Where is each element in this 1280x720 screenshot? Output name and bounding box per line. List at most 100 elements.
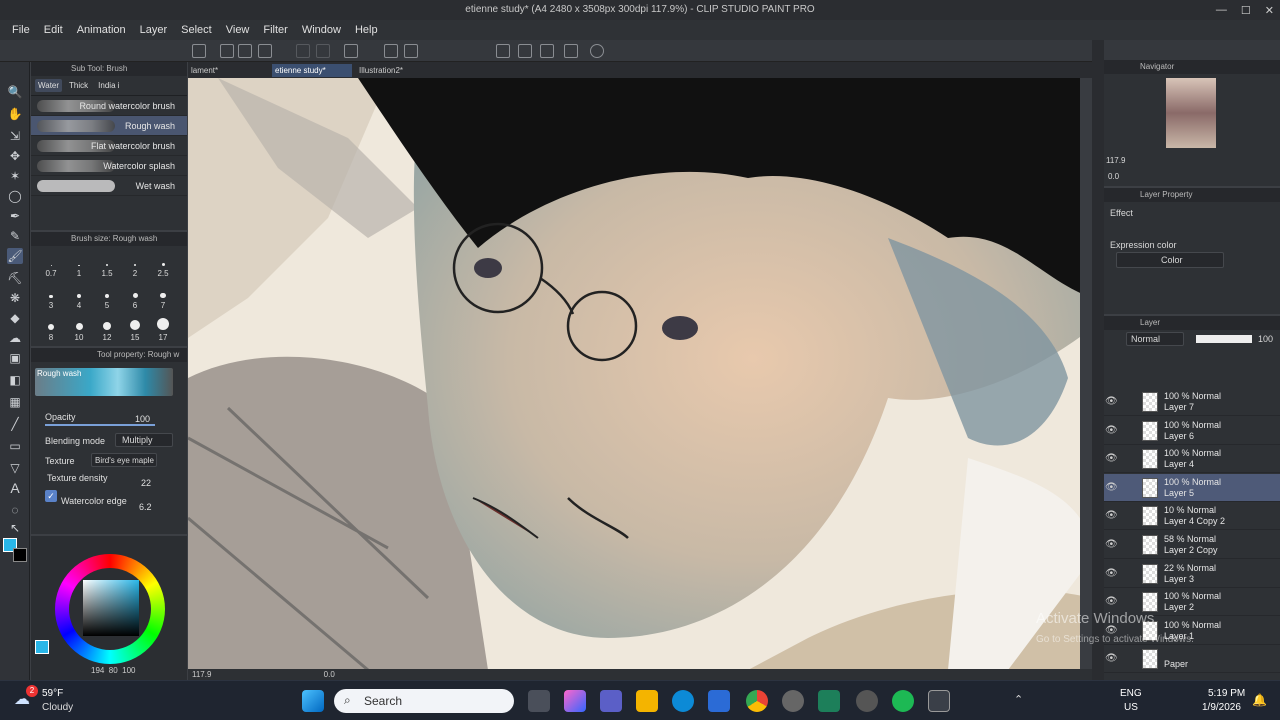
airbrush-icon[interactable]: ⛏ <box>7 270 23 286</box>
frame-icon[interactable]: ▭ <box>7 438 23 454</box>
brush-item-selected[interactable]: Rough wash <box>31 116 187 136</box>
move-layer-icon[interactable]: ✥ <box>7 148 23 164</box>
eye-icon[interactable]: 👁 <box>1105 425 1118 437</box>
layer-row[interactable]: 👁 58 % Normal Layer 2 Copy <box>1104 531 1280 559</box>
lasso-icon[interactable]: ◯ <box>7 188 23 204</box>
doc-tab-lament[interactable]: lament* <box>188 64 268 77</box>
menu-animation[interactable]: Animation <box>77 24 126 36</box>
layer-row[interactable]: 👁 Paper <box>1104 645 1280 674</box>
navigator-zoom-value[interactable]: 117.9 <box>1106 156 1125 165</box>
app2-icon[interactable] <box>818 690 840 712</box>
tab-watercolor[interactable]: Water <box>35 79 63 92</box>
ruler-tool-icon[interactable]: ▽ <box>7 460 23 476</box>
language-line2[interactable]: US <box>1124 702 1138 713</box>
current-color-swatch[interactable] <box>35 640 49 654</box>
clock-date[interactable]: 1/9/2026 <box>1202 702 1241 713</box>
task-view-icon[interactable] <box>528 690 550 712</box>
spotify-icon[interactable] <box>892 690 914 712</box>
texture-density-value[interactable]: 22 <box>141 478 151 488</box>
store-icon[interactable] <box>708 690 730 712</box>
menu-edit[interactable]: Edit <box>44 24 63 36</box>
menu-file[interactable]: File <box>12 24 30 36</box>
pen-icon[interactable]: ✎ <box>7 228 23 244</box>
app3-icon[interactable] <box>856 690 878 712</box>
saturation-square[interactable] <box>83 580 139 636</box>
zoom-icon[interactable]: 🔍 <box>7 84 23 100</box>
chevron-up-icon[interactable]: ⌃ <box>1014 693 1023 706</box>
blend-icon[interactable]: ☁ <box>7 330 23 346</box>
menu-select[interactable]: Select <box>181 24 212 36</box>
eye-icon[interactable]: 👁 <box>1105 453 1118 465</box>
move-icon[interactable]: ✋ <box>7 106 23 122</box>
eye-icon[interactable]: 👁 <box>1105 396 1118 408</box>
brush-size-option[interactable]: 3 <box>37 282 65 310</box>
layer-opacity-slider[interactable] <box>1196 335 1252 343</box>
brush-size-option[interactable]: 1.5 <box>93 250 121 278</box>
transform-icon[interactable] <box>384 44 398 58</box>
opacity-slider[interactable] <box>45 424 155 426</box>
brush-item[interactable]: Watercolor splash <box>31 156 187 176</box>
selection-icon[interactable] <box>404 44 418 58</box>
layer-row[interactable]: 👁 22 % Normal Layer 3 <box>1104 560 1280 588</box>
decoration-icon[interactable]: ❋ <box>7 290 23 306</box>
eraser-icon[interactable]: ◆ <box>7 310 23 326</box>
grid-icon[interactable] <box>540 44 554 58</box>
eye-icon[interactable]: 👁 <box>1105 568 1118 580</box>
auto-select-icon[interactable]: ✶ <box>7 168 23 184</box>
clip-studio-taskbar-icon[interactable] <box>928 690 950 712</box>
clip-studio-icon[interactable] <box>192 44 206 58</box>
edge-icon[interactable] <box>672 690 694 712</box>
canvas-zoom-value[interactable]: 117.9 <box>192 670 211 679</box>
menu-view[interactable]: View <box>226 24 250 36</box>
tab-thick-paint[interactable]: Thick <box>66 79 91 92</box>
brush-item[interactable]: Wet wash <box>31 176 187 196</box>
help-icon[interactable] <box>590 44 604 58</box>
menu-filter[interactable]: Filter <box>263 24 287 36</box>
watercolor-edge-checkbox[interactable]: ✓ <box>45 490 57 502</box>
doc-tab-etienne-study[interactable]: etienne study* <box>272 64 352 77</box>
eye-icon[interactable]: 👁 <box>1105 596 1118 608</box>
minimize-icon[interactable]: — <box>1216 4 1227 16</box>
brush-size-option[interactable]: 2.5 <box>149 250 177 278</box>
blending-mode-select[interactable]: Multiply <box>115 433 173 447</box>
layer-row[interactable]: 👁 100 % Normal Layer 6 <box>1104 417 1280 445</box>
sub-color-swatch[interactable] <box>13 548 27 562</box>
save-icon[interactable] <box>258 44 272 58</box>
brush-size-option[interactable]: 2 <box>121 250 149 278</box>
expression-color-select[interactable]: Color <box>1116 252 1224 268</box>
ruler-icon[interactable] <box>496 44 510 58</box>
brush-size-option[interactable]: 0.7 <box>37 250 65 278</box>
operation-icon[interactable]: ⇲ <box>7 128 23 144</box>
brush-tool-icon[interactable]: 🖌 <box>7 248 23 264</box>
layer-blend-mode-select[interactable]: Normal <box>1126 332 1184 346</box>
text-tool-icon[interactable]: A <box>7 480 23 496</box>
texture-select[interactable]: Bird's eye maple <box>91 453 157 467</box>
eye-icon[interactable]: 👁 <box>1105 482 1118 494</box>
navigator-angle-value[interactable]: 0.0 <box>1108 172 1119 181</box>
bucket-icon[interactable]: ◧ <box>7 372 23 388</box>
layer-row[interactable]: 👁 100 % Normal Layer 7 <box>1104 388 1280 416</box>
drawing-canvas[interactable] <box>188 78 1092 670</box>
teams-icon[interactable] <box>600 690 622 712</box>
notification-icon[interactable]: 🔔 <box>1252 693 1267 707</box>
clear-icon[interactable] <box>344 44 358 58</box>
brush-size-option[interactable]: 12 <box>93 314 121 342</box>
brush-size-option[interactable]: 4 <box>65 282 93 310</box>
file-explorer-icon[interactable] <box>636 690 658 712</box>
clock-time[interactable]: 5:19 PM <box>1208 688 1245 699</box>
doc-tab-illustration2[interactable]: Illustration2* <box>356 64 436 77</box>
snap-icon[interactable] <box>518 44 532 58</box>
layer-row[interactable]: 👁 10 % Normal Layer 4 Copy 2 <box>1104 502 1280 531</box>
menu-layer[interactable]: Layer <box>140 24 168 36</box>
eye-icon[interactable]: 👁 <box>1105 653 1118 665</box>
app-icon[interactable] <box>782 690 804 712</box>
layer-opacity-value[interactable]: 100 <box>1258 334 1273 344</box>
menu-window[interactable]: Window <box>302 24 341 36</box>
taskbar-search-box[interactable]: ⌕ Search <box>334 689 514 713</box>
eyedropper-icon[interactable]: ✒ <box>7 208 23 224</box>
chrome-icon[interactable] <box>746 690 768 712</box>
maximize-icon[interactable]: ☐ <box>1241 4 1251 17</box>
eye-icon[interactable]: 👁 <box>1105 539 1118 551</box>
brush-size-option[interactable]: 17 <box>149 314 177 342</box>
brush-size-option[interactable]: 7 <box>149 282 177 310</box>
